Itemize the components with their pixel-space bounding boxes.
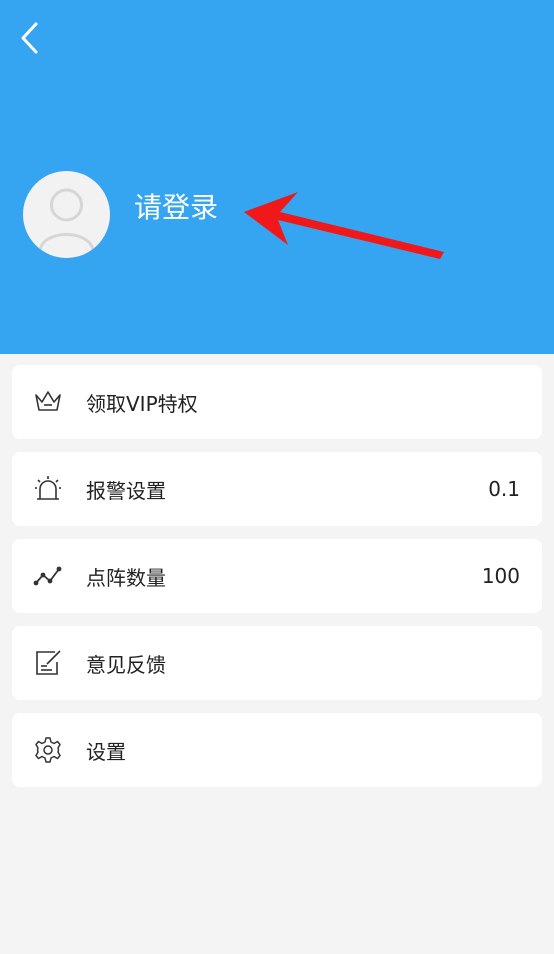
profile-header: 请登录 [0,0,554,354]
avatar[interactable] [23,171,110,258]
menu-item-alarm-settings[interactable]: 报警设置 0.1 [12,452,542,526]
menu-item-label: 设置 [86,739,126,764]
menu-item-settings[interactable]: 设置 [12,713,542,787]
menu-item-feedback[interactable]: 意见反馈 [12,626,542,700]
crown-icon [33,387,63,417]
back-button[interactable] [14,18,50,58]
menu-list: 领取VIP特权 报警设置 0.1 点阵数量 100 意见反馈 设置 [12,365,542,800]
line-graph-icon [33,561,63,591]
menu-item-label: 意见反馈 [86,652,166,677]
menu-item-label: 报警设置 [86,478,166,503]
login-link[interactable]: 请登录 [134,188,218,228]
back-chevron-icon [21,22,38,54]
menu-item-label: 领取VIP特权 [86,391,198,416]
dot-count-value: 100 [481,564,520,588]
alarm-light-icon [33,474,63,504]
alarm-value: 0.1 [488,477,520,501]
gear-icon [33,735,63,765]
default-avatar-icon [38,188,95,252]
menu-item-dot-count[interactable]: 点阵数量 100 [12,539,542,613]
menu-item-label: 点阵数量 [86,565,166,590]
red-arrow-annotation [244,192,444,259]
feedback-edit-icon [33,648,63,678]
menu-item-vip[interactable]: 领取VIP特权 [12,365,542,439]
